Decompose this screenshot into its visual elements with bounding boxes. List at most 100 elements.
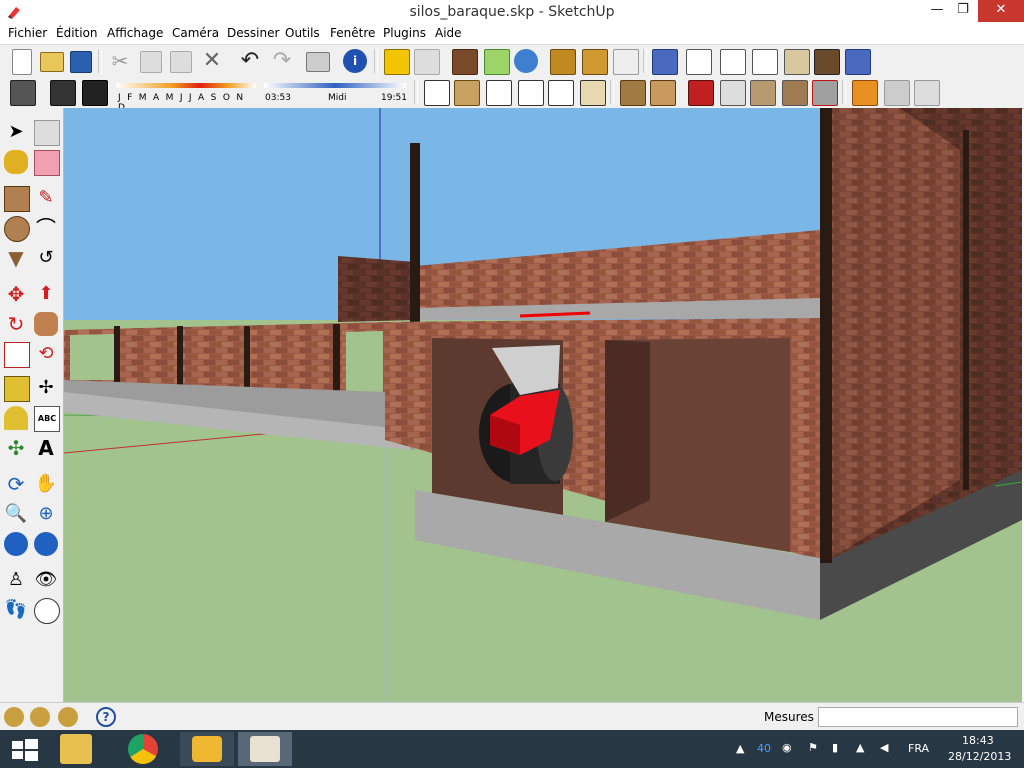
open-folder-icon[interactable] xyxy=(40,52,64,72)
language-indicator[interactable]: FRA xyxy=(908,742,929,755)
shadow-time-slider[interactable]: 03:53 Midi 19:51 xyxy=(264,83,407,105)
menu-aide[interactable]: Aide xyxy=(435,26,462,40)
menu-camera[interactable]: Caméra xyxy=(172,26,219,40)
paste-icon[interactable] xyxy=(170,51,192,73)
section-plane-icon[interactable] xyxy=(34,598,60,624)
front-view-icon[interactable] xyxy=(486,80,512,106)
restore-button[interactable]: ❐ xyxy=(950,0,976,22)
erase-selection-icon[interactable]: ✕ xyxy=(200,49,224,73)
component-options-icon[interactable] xyxy=(852,80,878,106)
flip-edge-icon[interactable] xyxy=(812,80,838,106)
sandbox-from-scratch-icon[interactable] xyxy=(650,80,676,106)
chrome-icon[interactable] xyxy=(128,734,158,764)
preview-earth-icon[interactable] xyxy=(514,49,538,73)
paint-bucket-icon[interactable] xyxy=(4,150,28,174)
menu-fichier[interactable]: Fichier xyxy=(8,26,47,40)
menu-plugins[interactable]: Plugins xyxy=(383,26,426,40)
pan-icon[interactable]: ✋ xyxy=(34,472,58,496)
3d-text-icon[interactable]: A xyxy=(34,436,58,460)
tray-wifi-icon[interactable]: ▲ xyxy=(856,741,864,754)
previous-view-icon[interactable] xyxy=(34,532,58,556)
windows-start-icon[interactable] xyxy=(12,739,38,761)
geo-location-icon[interactable] xyxy=(4,707,24,727)
generate-report-icon[interactable] xyxy=(914,80,940,106)
make-component-icon[interactable] xyxy=(34,120,60,146)
follow-me-icon[interactable] xyxy=(34,312,58,336)
signin-icon[interactable] xyxy=(58,707,78,727)
extension-warehouse-icon[interactable] xyxy=(613,49,639,75)
minimize-button[interactable]: — xyxy=(924,0,950,22)
shaded-icon[interactable] xyxy=(784,49,810,75)
zoom-icon[interactable]: 🔍 xyxy=(4,502,28,526)
polygon-icon[interactable]: ▼ xyxy=(4,246,28,270)
shadow-settings-icon[interactable] xyxy=(50,80,76,106)
file-explorer-icon[interactable] xyxy=(60,734,92,764)
orbit-icon[interactable]: ⟳ xyxy=(4,472,28,496)
right-view-icon[interactable] xyxy=(518,80,544,106)
tray-app-icon[interactable]: 40 xyxy=(757,742,771,755)
credits-icon[interactable] xyxy=(30,707,50,727)
model-info-icon[interactable]: i xyxy=(343,49,367,73)
eraser-icon[interactable] xyxy=(34,150,60,176)
clock-date[interactable]: 28/12/2013 xyxy=(948,750,1011,763)
circle-icon[interactable] xyxy=(4,216,30,242)
move-icon[interactable]: ✥ xyxy=(4,282,28,306)
close-button[interactable]: ✕ xyxy=(978,0,1024,22)
freehand-icon[interactable]: ↺ xyxy=(34,246,58,270)
offset-icon[interactable]: ⟲ xyxy=(34,342,58,366)
position-camera-icon[interactable]: ♙ xyxy=(4,568,28,592)
model-viewport[interactable] xyxy=(64,108,1022,702)
line-icon[interactable]: ✎ xyxy=(34,186,58,210)
look-around-icon[interactable]: 👁 xyxy=(34,568,58,592)
protractor-icon[interactable] xyxy=(4,406,28,430)
xray-icon[interactable] xyxy=(652,49,678,75)
left-view-icon[interactable] xyxy=(580,80,606,106)
taskbar-sketchup[interactable] xyxy=(238,732,292,766)
print-icon[interactable] xyxy=(306,52,330,72)
scale-icon[interactable] xyxy=(4,342,30,368)
wireframe-icon[interactable] xyxy=(720,49,746,75)
iso-view-icon[interactable] xyxy=(424,80,450,106)
arc-icon[interactable]: ⌒ xyxy=(34,216,58,240)
zoom-window-icon[interactable]: ⊕ xyxy=(34,502,58,526)
toggle-terrain-icon[interactable] xyxy=(484,49,510,75)
clock-time[interactable]: 18:43 xyxy=(962,734,994,747)
display-shadows-icon[interactable] xyxy=(10,80,36,106)
tape-measure-icon[interactable] xyxy=(4,376,30,402)
tray-network-icon[interactable]: ◉ xyxy=(782,741,792,754)
select-icon[interactable]: ➤ xyxy=(4,120,28,144)
get-photo-texture-icon[interactable] xyxy=(550,49,576,75)
rectangle-icon[interactable] xyxy=(4,186,30,212)
new-file-icon[interactable] xyxy=(12,49,32,75)
tray-expand-icon[interactable]: ▲ xyxy=(736,742,744,755)
share-model-icon[interactable] xyxy=(414,49,440,75)
get-models-icon[interactable] xyxy=(384,49,410,75)
hidden-line-icon[interactable] xyxy=(752,49,778,75)
top-view-icon[interactable] xyxy=(454,80,480,106)
back-view-icon[interactable] xyxy=(548,80,574,106)
tray-battery-icon[interactable]: ▮ xyxy=(832,741,838,754)
zoom-extents-icon[interactable] xyxy=(4,532,28,556)
3d-model-scene[interactable] xyxy=(64,108,1022,702)
stamp-icon[interactable] xyxy=(720,80,746,106)
smoove-icon[interactable] xyxy=(688,80,714,106)
shadow-date-slider[interactable]: J F M A M J J A S O N D xyxy=(116,83,256,113)
component-attributes-icon[interactable] xyxy=(884,80,910,106)
add-location-icon[interactable] xyxy=(452,49,478,75)
undo-icon[interactable]: ↶ xyxy=(238,49,262,73)
cut-icon[interactable]: ✂ xyxy=(108,49,132,73)
menu-affichage[interactable]: Affichage xyxy=(107,26,163,40)
dimension-icon[interactable]: ✢ xyxy=(34,376,58,400)
save-icon[interactable] xyxy=(70,51,92,73)
menu-outils[interactable]: Outils xyxy=(285,26,320,40)
axes-icon[interactable]: ✣ xyxy=(4,436,28,460)
text-icon[interactable]: ABC xyxy=(34,406,60,432)
push-pull-icon[interactable]: ⬆ xyxy=(34,282,58,306)
tray-volume-icon[interactable]: ◀ xyxy=(880,741,888,754)
menu-dessiner[interactable]: Dessiner xyxy=(227,26,279,40)
rotate-icon[interactable]: ↻ xyxy=(4,312,28,336)
menu-edition[interactable]: Édition xyxy=(56,26,98,40)
shaded-textures-icon[interactable] xyxy=(814,49,840,75)
sandbox-from-contours-icon[interactable] xyxy=(620,80,646,106)
fog-icon[interactable] xyxy=(82,80,108,106)
